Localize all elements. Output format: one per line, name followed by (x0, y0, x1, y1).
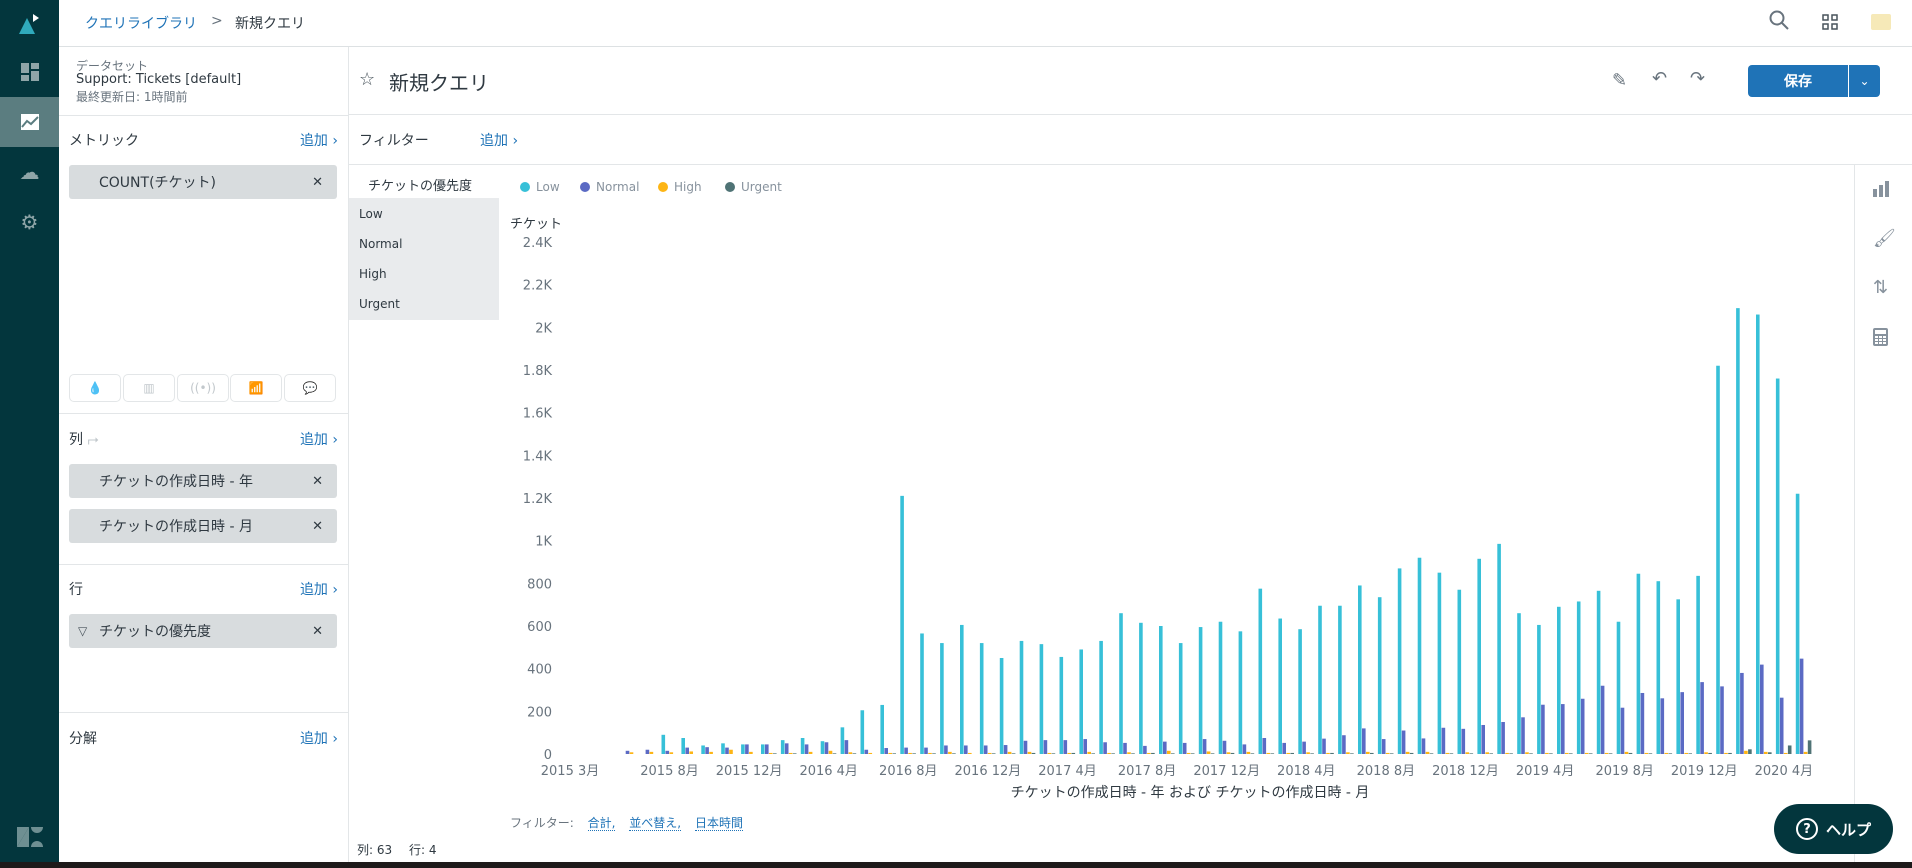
legend-label: Low (536, 180, 560, 194)
footer-filter-label: フィルター: (510, 816, 574, 830)
filter-icon[interactable]: ▽ (78, 624, 87, 638)
rows-header: 行 追加 › (69, 579, 338, 599)
add-row-button[interactable]: 追加 › (300, 579, 338, 599)
add-explode-button[interactable]: 追加 › (300, 728, 338, 748)
avatar[interactable] (1871, 14, 1891, 30)
color-icon[interactable]: 💧 (69, 374, 121, 402)
columns-header: 列 ⮣ 追加 › (69, 429, 338, 449)
column-chip-label: チケットの作成日時 - 月 (99, 519, 253, 535)
row-count: 行: 4 (409, 843, 437, 857)
breadcrumb-current: 新規クエリ (235, 16, 305, 32)
legend-label: Normal (596, 180, 640, 194)
column-chip[interactable]: チケットの作成日時 - 年 ✕ (69, 464, 337, 498)
row-chip-label: チケットの優先度 (99, 624, 211, 640)
apps-grid-icon[interactable] (1822, 14, 1838, 34)
column-icon[interactable]: ▥ (123, 374, 175, 402)
query-icon[interactable] (0, 97, 59, 147)
metric-chip-label: COUNT(チケット) (99, 175, 216, 191)
legend-item-low[interactable]: Low (520, 180, 560, 194)
legend-label: High (674, 180, 702, 194)
main-area: ☆ 新規クエリ ✎ ↶ ↷ フィルター 追加 › (349, 47, 1912, 862)
remove-icon[interactable]: ✕ (312, 474, 323, 489)
help-icon: ? (1795, 818, 1818, 840)
column-chip-label: チケットの作成日時 - 年 (99, 474, 253, 490)
comment-icon[interactable]: 💬 (284, 374, 336, 402)
divider (349, 114, 1912, 115)
legend-item-high[interactable]: High (658, 180, 702, 194)
logo-icon[interactable] (0, 0, 59, 47)
breadcrumb-query-library[interactable]: クエリライブラリ (85, 13, 197, 33)
undo-icon[interactable]: ↶ (1652, 68, 1667, 89)
sort-icon[interactable]: ⇅ (1873, 277, 1888, 298)
legend-label: Urgent (741, 180, 782, 194)
right-tool-rail: 🖌 ⇅ (1854, 165, 1912, 862)
add-filter-button[interactable]: 追加 › (480, 130, 518, 150)
x-axis-title: チケットの作成日時 - 年 および チケットの作成日時 - 月 (1010, 785, 1370, 801)
desktop-edge (0, 862, 1912, 868)
chart-footer-filters: フィルター: 合計, 並べ替え, 日本時間 (510, 814, 743, 831)
query-builder-panel: データセット Support: Tickets [default] 最終更新日:… (59, 47, 349, 862)
settings-icon[interactable]: ⚙ (0, 197, 59, 247)
query-title[interactable]: 新規クエリ (389, 67, 489, 96)
legend-item-normal[interactable]: Normal (580, 180, 639, 194)
rows-title: 行 (69, 582, 83, 598)
help-label: ヘルプ (1825, 820, 1871, 839)
pivot-row[interactable]: Normal (359, 237, 402, 251)
app-rail: ☁ ⚙ (0, 0, 59, 862)
edit-icon[interactable]: ✎ (1612, 70, 1627, 91)
add-metric-button[interactable]: 追加 › (300, 130, 338, 150)
divider (59, 115, 349, 116)
chart-icon[interactable]: 📶 (230, 374, 282, 402)
chart-type-icon[interactable] (1873, 181, 1890, 202)
explode-title: 分解 (69, 731, 97, 747)
remove-icon[interactable]: ✕ (312, 175, 323, 190)
footer-link-sort[interactable]: 並べ替え, (629, 816, 682, 831)
filter-title: フィルター (359, 133, 429, 149)
dataset-name[interactable]: Support: Tickets [default] (76, 72, 241, 87)
metrics-header: メトリック 追加 › (69, 130, 338, 150)
footer-link-total[interactable]: 合計, (587, 816, 616, 831)
metrics-title: メトリック (69, 133, 139, 149)
star-icon[interactable]: ☆ (359, 69, 375, 90)
row-chip[interactable]: ▽ チケットの優先度 ✕ (69, 614, 337, 648)
dataset-updated: 最終更新日: 1時間前 (76, 90, 188, 104)
column-chip[interactable]: チケットの作成日時 - 月 ✕ (69, 509, 337, 543)
legend-item-urgent[interactable]: Urgent (725, 180, 782, 194)
column-count: 列: 63 (357, 843, 393, 857)
divider (59, 564, 349, 565)
calculator-icon[interactable] (1873, 328, 1888, 351)
pivot-row[interactable]: Urgent (359, 297, 400, 311)
pivot-rows: Low Normal High Urgent (349, 198, 499, 320)
top-bar: クエリライブラリ > 新規クエリ (59, 0, 1912, 47)
y-axis-title: チケット (510, 217, 563, 232)
dashboard-icon[interactable] (0, 47, 59, 97)
save-dropdown-button[interactable]: ⌄ (1849, 65, 1880, 97)
columns-title: 列 (69, 432, 83, 448)
chevron-down-icon: ⌄ (1859, 74, 1870, 88)
divider (59, 712, 349, 713)
remove-icon[interactable]: ✕ (312, 519, 323, 534)
footer-link-timezone[interactable]: 日本時間 (694, 816, 743, 831)
metric-chip[interactable]: COUNT(チケット) ✕ (69, 165, 337, 199)
save-button[interactable]: 保存 (1748, 65, 1848, 97)
divider (349, 164, 1912, 165)
remove-icon[interactable]: ✕ (312, 624, 323, 639)
zendesk-icon (0, 812, 59, 862)
help-button[interactable]: ? ヘルプ (1774, 804, 1893, 854)
add-column-button[interactable]: 追加 › (300, 429, 338, 449)
search-icon[interactable] (1769, 10, 1789, 34)
signal-icon[interactable]: ((•)) (177, 374, 229, 402)
explode-header: 分解 追加 › (69, 728, 338, 748)
swap-icon[interactable]: ⮣ (87, 432, 98, 448)
redo-icon[interactable]: ↷ (1690, 68, 1705, 89)
pivot-row[interactable]: Low (359, 207, 383, 221)
upload-icon[interactable]: ☁ (0, 147, 59, 197)
pivot-row[interactable]: High (359, 267, 387, 281)
divider (59, 413, 349, 414)
pivot-header: チケットの優先度 (368, 179, 473, 194)
brush-icon[interactable]: 🖌 (1873, 228, 1896, 249)
breadcrumb-separator: > (211, 13, 223, 29)
